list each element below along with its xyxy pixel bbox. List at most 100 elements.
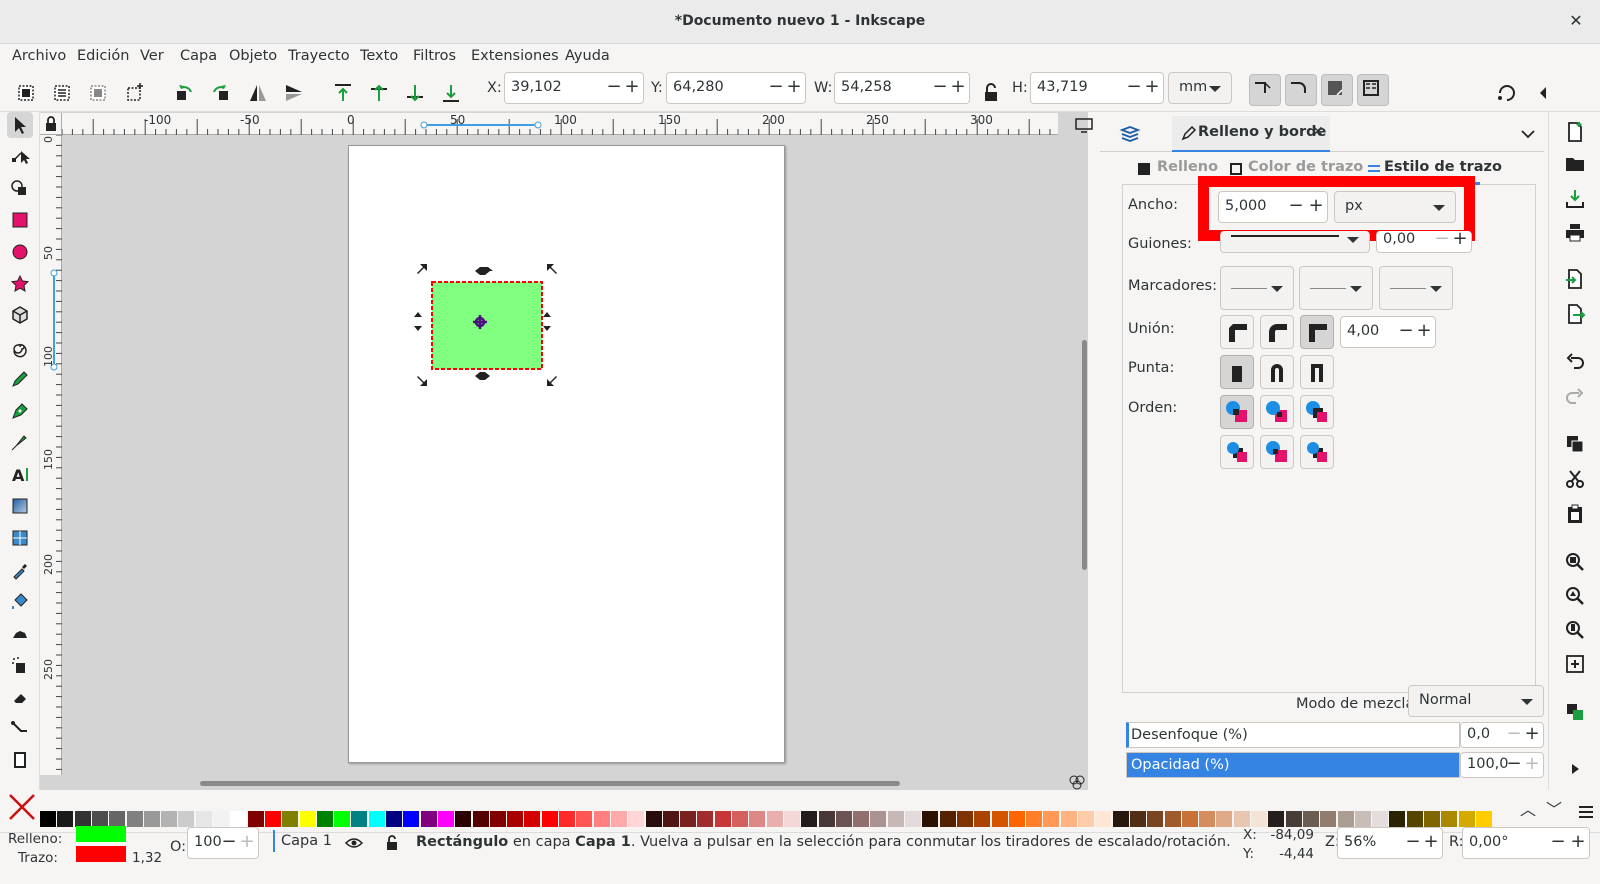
blur-input[interactable]: [1467, 726, 1507, 742]
rectangle-tool-icon[interactable]: [7, 207, 33, 233]
y-field[interactable]: − +: [666, 72, 806, 104]
horizontal-ruler[interactable]: -100 -50 0 50 100 150 200 250 300: [62, 113, 1058, 135]
cap-square-icon[interactable]: [1300, 355, 1334, 389]
raise-icon[interactable]: [366, 80, 392, 106]
start-marker-select[interactable]: [1220, 266, 1294, 310]
copy-icon[interactable]: [1563, 432, 1587, 456]
palette-swatch[interactable]: [74, 811, 91, 827]
menu-edicion[interactable]: Edición: [77, 48, 129, 64]
tab-fill-stroke-dialog[interactable]: Relleno y borde ✕: [1172, 116, 1330, 152]
no-paint-icon[interactable]: [7, 792, 37, 822]
join-bevel-icon[interactable]: [1220, 315, 1254, 349]
eye-icon[interactable]: [344, 833, 364, 853]
palette-swatch[interactable]: [334, 811, 351, 827]
opacity-slider[interactable]: Opacidad (%): [1126, 752, 1460, 778]
palette-scroll-up-icon[interactable]: ︿: [1520, 796, 1540, 819]
palette-swatch[interactable]: [1406, 811, 1423, 827]
palette-swatch[interactable]: [403, 811, 420, 827]
palette-swatch[interactable]: [818, 811, 835, 827]
paint-order-alt-2-icon[interactable]: [1260, 435, 1294, 469]
palette-swatch[interactable]: [1475, 811, 1492, 827]
rotate-ccw-icon[interactable]: [171, 80, 197, 106]
palette-swatch[interactable]: [697, 811, 714, 827]
handle-bottom-left-icon[interactable]: [417, 376, 427, 386]
palette-swatch[interactable]: [922, 811, 939, 827]
handle-bottom-icon[interactable]: [475, 372, 490, 380]
lock-ratio-icon[interactable]: [978, 80, 1004, 106]
palette-swatch[interactable]: [91, 811, 108, 827]
pen-tool-icon[interactable]: [7, 398, 33, 424]
palette-swatch[interactable]: [57, 811, 74, 827]
palette-swatch[interactable]: [1008, 811, 1025, 827]
group-icon[interactable]: [1563, 700, 1587, 724]
lock-guides-icon[interactable]: [40, 113, 62, 135]
document-page[interactable]: [348, 145, 785, 763]
palette-swatch[interactable]: [1078, 811, 1094, 827]
rotate-cw-icon[interactable]: [208, 80, 234, 106]
palette-swatch[interactable]: [455, 811, 472, 827]
green-rectangle[interactable]: [431, 281, 543, 370]
palette-swatch[interactable]: [368, 811, 385, 827]
zoom-out-icon[interactable]: −: [1404, 831, 1422, 855]
lower-icon[interactable]: [402, 80, 428, 106]
w-decrement-icon[interactable]: −: [931, 76, 949, 100]
stroke-indicator[interactable]: [76, 846, 126, 862]
snap-toggle-icon[interactable]: [1494, 80, 1520, 106]
tweak-tool-icon[interactable]: [7, 620, 33, 646]
lower-to-bottom-icon[interactable]: [438, 80, 464, 106]
pencil-tool-icon[interactable]: [7, 366, 33, 392]
palette-swatch[interactable]: [939, 811, 956, 827]
palette-swatch[interactable]: [559, 811, 575, 827]
palette-swatch[interactable]: [1164, 811, 1181, 827]
zoom-center-icon[interactable]: [1563, 652, 1587, 676]
dash-pattern-select[interactable]: [1220, 231, 1370, 253]
x-decrement-icon[interactable]: −: [605, 76, 623, 100]
blur-slider[interactable]: Desenfoque (%): [1126, 722, 1460, 748]
menu-extensiones[interactable]: Extensiones: [471, 48, 559, 64]
current-layer[interactable]: Capa 1: [281, 833, 332, 849]
palette-swatch[interactable]: [299, 811, 316, 827]
paint-order-stroke-fill-icon[interactable]: [1260, 395, 1294, 429]
join-miter-icon[interactable]: [1300, 315, 1334, 349]
scale-corners-icon[interactable]: [1285, 74, 1317, 106]
palette-swatch[interactable]: [230, 811, 247, 827]
menu-ayuda[interactable]: Ayuda: [565, 48, 610, 64]
redo-icon[interactable]: [1563, 385, 1587, 409]
zoom-in-icon[interactable]: +: [1422, 831, 1440, 855]
zoom-drawing-icon[interactable]: [1563, 584, 1587, 608]
display-mode-icon[interactable]: [1074, 116, 1094, 134]
open-folder-icon[interactable]: [1563, 152, 1587, 176]
palette-swatch[interactable]: [1372, 811, 1389, 827]
palette-swatch[interactable]: [143, 811, 160, 827]
paint-order-alt-3-icon[interactable]: [1300, 435, 1334, 469]
palette-swatch[interactable]: [870, 811, 887, 827]
palette-swatch[interactable]: [628, 811, 645, 827]
join-round-icon[interactable]: [1260, 315, 1294, 349]
opacity-status-increment-icon[interactable]: +: [238, 831, 256, 855]
handle-top-left-icon[interactable]: [417, 264, 427, 274]
dash-offset-field[interactable]: − +: [1376, 228, 1472, 253]
palette-swatch[interactable]: [247, 811, 264, 827]
opacity-increment-icon[interactable]: +: [1523, 753, 1541, 777]
unlock-icon[interactable]: [382, 833, 402, 853]
tab-stroke-paint[interactable]: Color de trazo: [1248, 159, 1363, 175]
color-manage-icon[interactable]: [1066, 772, 1088, 792]
zoom-page-icon[interactable]: [1563, 618, 1587, 642]
stroke-width-field[interactable]: − +: [1218, 191, 1328, 223]
flip-horizontal-icon[interactable]: [245, 80, 271, 106]
palette-swatch[interactable]: [437, 811, 454, 827]
handle-bottom-right-icon[interactable]: [547, 376, 557, 386]
palette-swatch[interactable]: [1302, 811, 1319, 827]
palette-swatch[interactable]: [1320, 811, 1337, 827]
palette-swatch[interactable]: [905, 811, 921, 827]
palette-swatch[interactable]: [1389, 811, 1406, 827]
menu-objeto[interactable]: Objeto: [229, 48, 277, 64]
ellipse-tool-icon[interactable]: [7, 239, 33, 265]
stroke-unit-select[interactable]: px: [1334, 191, 1456, 223]
dash-offset-increment-icon[interactable]: +: [1451, 228, 1469, 252]
x-increment-icon[interactable]: +: [623, 76, 641, 100]
rotate-input[interactable]: [1469, 834, 1539, 850]
palette-swatch[interactable]: [1233, 811, 1250, 827]
palette-swatch[interactable]: [1147, 811, 1164, 827]
palette-swatch[interactable]: [1458, 811, 1475, 827]
